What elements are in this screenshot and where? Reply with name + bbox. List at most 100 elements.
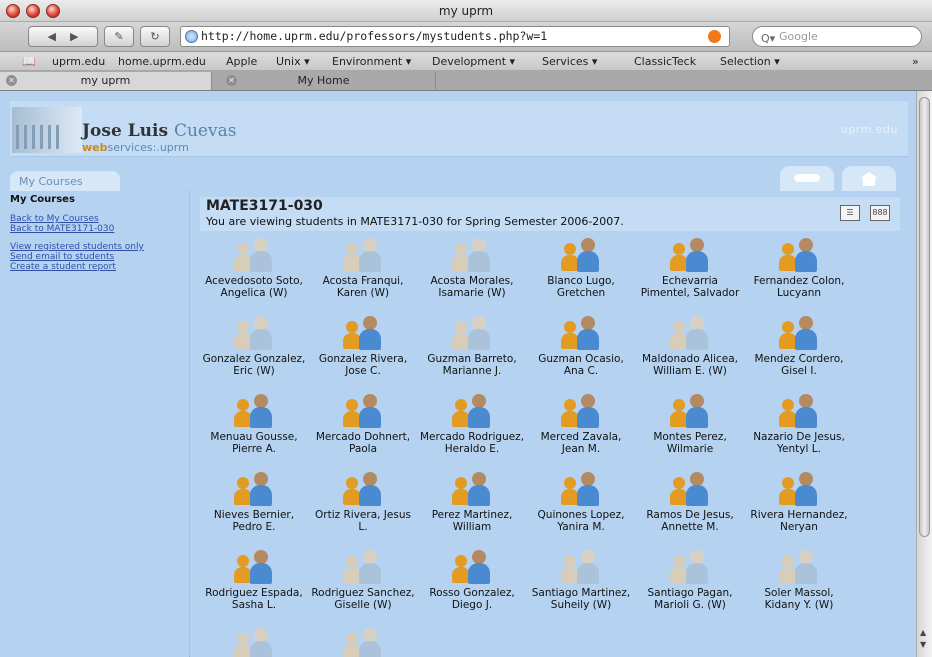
student-name[interactable]: Rosso Gonzalez, Diego J. <box>420 587 524 611</box>
scrollbar-thumb[interactable] <box>919 97 930 537</box>
back-arrow-icon[interactable]: ◀ <box>48 30 56 43</box>
student-avatar-icon[interactable] <box>668 315 712 351</box>
student-name[interactable]: Mercado Rodriguez, Heraldo E. <box>420 431 524 455</box>
student-card[interactable]: Rodriguez Espada, Sasha L. <box>202 549 306 611</box>
student-name[interactable]: Perez Martinez, William <box>420 509 524 533</box>
vertical-scrollbar[interactable]: ▲ ▼ <box>916 91 932 657</box>
student-name[interactable]: Merced Zavala, Jean M. <box>529 431 633 455</box>
student-name[interactable]: Echevarria Pimentel, Salvador <box>638 275 742 299</box>
back-to-my-courses-link[interactable]: Back to My Courses <box>10 214 189 224</box>
bookmark-item[interactable]: Apple <box>226 55 257 68</box>
create-report-link[interactable]: Create a student report <box>10 262 189 272</box>
student-card[interactable] <box>311 627 415 657</box>
student-card[interactable]: Santiago Martinez, Suheily (W) <box>529 549 633 611</box>
student-name[interactable]: Menuau Gousse, Pierre A. <box>202 431 306 455</box>
student-avatar-icon[interactable] <box>232 237 276 273</box>
student-avatar-icon[interactable] <box>559 237 603 273</box>
student-avatar-icon[interactable] <box>341 549 385 585</box>
student-card[interactable]: Acevedosoto Soto, Angelica (W) <box>202 237 306 299</box>
student-avatar-icon[interactable] <box>777 237 821 273</box>
student-avatar-icon[interactable] <box>232 627 276 657</box>
student-avatar-icon[interactable] <box>668 237 712 273</box>
student-name[interactable]: Santiago Martinez, Suheily (W) <box>529 587 633 611</box>
address-bar[interactable]: http://home.uprm.edu/professors/mystuden… <box>180 26 730 47</box>
student-name[interactable]: Nazario De Jesus, Yentyl L. <box>747 431 851 455</box>
student-avatar-icon[interactable] <box>450 315 494 351</box>
student-avatar-icon[interactable] <box>559 315 603 351</box>
student-name[interactable]: Acosta Morales, Isamarie (W) <box>420 275 524 299</box>
student-avatar-icon[interactable] <box>341 393 385 429</box>
student-avatar-icon[interactable] <box>341 471 385 507</box>
student-card[interactable] <box>202 627 306 657</box>
grid-view-button[interactable]: 888 <box>870 205 890 221</box>
student-avatar-icon[interactable] <box>450 549 494 585</box>
bookmark-item[interactable]: Selection ▾ <box>720 55 780 68</box>
student-avatar-icon[interactable] <box>559 471 603 507</box>
forward-arrow-icon[interactable]: ▶ <box>70 30 78 43</box>
student-avatar-icon[interactable] <box>450 393 494 429</box>
scroll-up-icon[interactable]: ▲ <box>920 628 926 637</box>
student-avatar-icon[interactable] <box>341 315 385 351</box>
student-name[interactable]: Rodriguez Espada, Sasha L. <box>202 587 306 611</box>
student-avatar-icon[interactable] <box>559 549 603 585</box>
tab-home[interactable] <box>842 166 896 191</box>
student-card[interactable]: Mercado Rodriguez, Heraldo E. <box>420 393 524 455</box>
student-name[interactable]: Santiago Pagan, Marioli G. (W) <box>638 587 742 611</box>
student-card[interactable]: Nieves Bernier, Pedro E. <box>202 471 306 533</box>
student-avatar-icon[interactable] <box>668 393 712 429</box>
student-avatar-icon[interactable] <box>559 393 603 429</box>
rss-icon[interactable] <box>708 30 721 43</box>
student-card[interactable]: Rodriguez Sanchez, Giselle (W) <box>311 549 415 611</box>
student-card[interactable]: Rivera Hernandez, Neryan <box>747 471 851 533</box>
student-name[interactable]: Soler Massol, Kidany Y. (W) <box>747 587 851 611</box>
student-card[interactable]: Santiago Pagan, Marioli G. (W) <box>638 549 742 611</box>
student-name[interactable]: Mercado Dohnert, Paola <box>311 431 415 455</box>
student-name[interactable]: Maldonado Alicea, William E. (W) <box>638 353 742 377</box>
bookmarks-book-icon[interactable]: 📖 <box>22 55 36 68</box>
student-name[interactable]: Blanco Lugo, Gretchen <box>529 275 633 299</box>
send-email-link[interactable]: Send email to students <box>10 252 189 262</box>
bookmark-item[interactable]: home.uprm.edu <box>118 55 206 68</box>
bookmark-item[interactable]: Development ▾ <box>432 55 515 68</box>
student-card[interactable]: Gonzalez Rivera, Jose C. <box>311 315 415 377</box>
student-name[interactable]: Mendez Cordero, Gisel I. <box>747 353 851 377</box>
bookmark-item[interactable]: Services ▾ <box>542 55 597 68</box>
student-avatar-icon[interactable] <box>341 237 385 273</box>
search-field[interactable]: Q▾ Google <box>752 26 922 47</box>
student-card[interactable]: Soler Massol, Kidany Y. (W) <box>747 549 851 611</box>
student-card[interactable]: Acosta Franqui, Karen (W) <box>311 237 415 299</box>
tab-my-uprm[interactable]: ✕ my uprm <box>0 72 212 90</box>
back-to-course-link[interactable]: Back to MATE3171-030 <box>10 224 189 234</box>
student-card[interactable]: Guzman Barreto, Marianne J. <box>420 315 524 377</box>
student-name[interactable]: Guzman Barreto, Marianne J. <box>420 353 524 377</box>
student-name[interactable]: Gonzalez Gonzalez, Eric (W) <box>202 353 306 377</box>
tab-my-home[interactable]: ✕ My Home <box>212 72 436 90</box>
student-name[interactable]: Acevedosoto Soto, Angelica (W) <box>202 275 306 299</box>
student-avatar-icon[interactable] <box>668 471 712 507</box>
student-card[interactable]: Nazario De Jesus, Yentyl L. <box>747 393 851 455</box>
bookmarks-overflow-icon[interactable]: » <box>912 55 919 68</box>
student-card[interactable]: Merced Zavala, Jean M. <box>529 393 633 455</box>
student-name[interactable]: Rodriguez Sanchez, Giselle (W) <box>311 587 415 611</box>
student-avatar-icon[interactable] <box>777 315 821 351</box>
student-card[interactable]: Montes Perez, Wilmarie <box>638 393 742 455</box>
student-avatar-icon[interactable] <box>668 549 712 585</box>
student-card[interactable]: Blanco Lugo, Gretchen <box>529 237 633 299</box>
scroll-down-icon[interactable]: ▼ <box>920 640 926 649</box>
student-card[interactable]: Rosso Gonzalez, Diego J. <box>420 549 524 611</box>
student-card[interactable]: Ramos De Jesus, Annette M. <box>638 471 742 533</box>
view-registered-link[interactable]: View registered students only <box>10 242 189 252</box>
student-name[interactable]: Guzman Ocasio, Ana C. <box>529 353 633 377</box>
bookmark-item[interactable]: Environment ▾ <box>332 55 411 68</box>
student-name[interactable]: Fernandez Colon, Lucyann <box>747 275 851 299</box>
student-card[interactable]: Perez Martinez, William <box>420 471 524 533</box>
reload-button[interactable]: ↻ <box>140 26 170 47</box>
bookmark-item[interactable]: uprm.edu <box>52 55 105 68</box>
student-avatar-icon[interactable] <box>777 471 821 507</box>
list-view-button[interactable]: ☰ <box>840 205 860 221</box>
student-card[interactable]: Quinones Lopez, Yanira M. <box>529 471 633 533</box>
student-avatar-icon[interactable] <box>450 237 494 273</box>
student-card[interactable]: Fernandez Colon, Lucyann <box>747 237 851 299</box>
student-avatar-icon[interactable] <box>450 471 494 507</box>
student-card[interactable]: Echevarria Pimentel, Salvador <box>638 237 742 299</box>
